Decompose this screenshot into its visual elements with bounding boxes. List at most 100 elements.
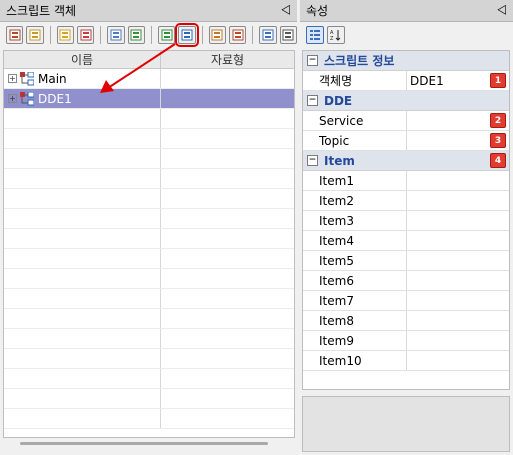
property-value[interactable]	[407, 271, 509, 290]
property-row-topic[interactable]: Topic 3	[303, 131, 509, 151]
property-row-item1[interactable]: Item1	[303, 171, 509, 191]
tree-item-main[interactable]: + Main	[4, 69, 294, 89]
tb-import-icon[interactable]	[127, 26, 145, 44]
empty-cell	[4, 189, 161, 208]
empty-row	[4, 349, 294, 369]
empty-cell	[161, 289, 294, 308]
empty-cell	[161, 169, 294, 188]
pin-icon[interactable]: ⨞	[497, 3, 507, 18]
property-name: Item7	[303, 291, 407, 310]
property-row-item8[interactable]: Item8	[303, 311, 509, 331]
empty-cell	[161, 409, 294, 428]
empty-row	[4, 229, 294, 249]
property-grid: − 스크립트 정보 객체명 DDE1 1− DDE Service 2 Topic 3− Item 4…	[302, 50, 510, 390]
property-value[interactable]	[407, 191, 509, 210]
sort-alphabetical-icon[interactable]: AZ	[327, 26, 345, 44]
categorized-view-icon[interactable]	[306, 26, 324, 44]
annotation-badge: 3	[490, 133, 506, 148]
script-object-icon	[20, 91, 34, 105]
empty-cell	[4, 209, 161, 228]
tb-window-icon[interactable]	[259, 26, 277, 44]
property-value[interactable]	[407, 331, 509, 350]
tree-item-name-cell[interactable]: + DDE1	[4, 89, 161, 108]
tree-header: 이름 자료형	[4, 51, 294, 69]
empty-cell	[4, 369, 161, 388]
expand-icon[interactable]: +	[8, 94, 17, 103]
empty-row	[4, 269, 294, 289]
expand-icon[interactable]: +	[8, 74, 17, 83]
empty-cell	[161, 389, 294, 408]
property-row-item2[interactable]: Item2	[303, 191, 509, 211]
property-value[interactable]: 3	[407, 131, 509, 150]
tb-grid-icon[interactable]	[208, 26, 226, 44]
tb-find-icon[interactable]	[26, 26, 44, 44]
empty-cell	[161, 229, 294, 248]
collapse-icon[interactable]: −	[307, 55, 318, 66]
script-object-icon	[20, 71, 34, 85]
toolbar-separator	[201, 26, 203, 44]
tb-export-icon[interactable]	[228, 26, 247, 44]
pin-icon[interactable]: ⨞	[281, 3, 291, 18]
property-row-item3[interactable]: Item3	[303, 211, 509, 231]
property-row-service[interactable]: Service 2	[303, 111, 509, 131]
property-row-item10[interactable]: Item10	[303, 351, 509, 371]
properties-toolbar: AZ	[300, 22, 513, 48]
property-name: Item9	[303, 331, 407, 350]
tb-db-icon[interactable]	[56, 26, 74, 44]
tb-insert-icon[interactable]	[6, 26, 24, 44]
property-row-item6[interactable]: Item6	[303, 271, 509, 291]
tree-item-label: DDE1	[38, 91, 72, 106]
collapse-icon[interactable]: −	[307, 155, 318, 166]
collapse-icon[interactable]: −	[307, 95, 318, 106]
property-row-item7[interactable]: Item7	[303, 291, 509, 311]
empty-row	[4, 409, 294, 429]
script-objects-panel: 스크립트 객체 ⨞ 이름 자료형 + Main + DDE1	[0, 0, 297, 455]
category-item[interactable]: − Item 4	[303, 151, 509, 171]
property-value[interactable]	[407, 211, 509, 230]
property-value[interactable]	[407, 231, 509, 250]
tree-item-dde1[interactable]: + DDE1	[4, 89, 294, 109]
property-row-item4[interactable]: Item4	[303, 231, 509, 251]
property-name: 객체명	[303, 71, 407, 90]
property-value[interactable]	[407, 311, 509, 330]
empty-cell	[161, 209, 294, 228]
category-dde[interactable]: − DDE	[303, 91, 509, 111]
empty-cell	[161, 349, 294, 368]
empty-row	[4, 369, 294, 389]
property-value[interactable]	[407, 351, 509, 370]
tb-close-window-icon[interactable]	[279, 26, 297, 44]
empty-row	[4, 309, 294, 329]
property-row-item9[interactable]: Item9	[303, 331, 509, 351]
column-header-name[interactable]: 이름	[4, 51, 161, 68]
property-row-item5[interactable]: Item5	[303, 251, 509, 271]
property-value[interactable]	[407, 251, 509, 270]
tb-dde-icon[interactable]	[175, 23, 199, 47]
tb-excel-icon[interactable]	[157, 26, 176, 44]
property-value[interactable]	[407, 291, 509, 310]
panel-title: 스크립트 객체	[6, 4, 77, 18]
property-value[interactable]: 2	[407, 111, 509, 130]
column-header-type[interactable]: 자료형	[161, 51, 294, 68]
tb-table-icon[interactable]	[107, 26, 125, 44]
horizontal-scrollbar[interactable]	[20, 442, 268, 445]
tree-item-type-cell	[161, 89, 294, 108]
script-objects-titlebar: 스크립트 객체 ⨞	[0, 0, 297, 22]
property-name: Item5	[303, 251, 407, 270]
empty-row	[4, 389, 294, 409]
object-tree: 이름 자료형 + Main + DDE1	[3, 50, 295, 438]
property-value-text: DDE1	[410, 73, 444, 88]
tb-chart-icon[interactable]	[76, 26, 95, 44]
empty-row	[4, 209, 294, 229]
empty-cell	[4, 109, 161, 128]
empty-cell	[161, 249, 294, 268]
property-row-객체명[interactable]: 객체명 DDE1 1	[303, 71, 509, 91]
category-스크립트-정보[interactable]: − 스크립트 정보	[303, 51, 509, 71]
empty-cell	[4, 129, 161, 148]
property-value[interactable]	[407, 171, 509, 190]
empty-cell	[161, 369, 294, 388]
property-name: Item10	[303, 351, 407, 370]
svg-text:Z: Z	[330, 36, 334, 41]
property-value[interactable]: DDE1 1	[407, 71, 509, 90]
empty-row	[4, 109, 294, 129]
tree-item-name-cell[interactable]: + Main	[4, 69, 161, 88]
